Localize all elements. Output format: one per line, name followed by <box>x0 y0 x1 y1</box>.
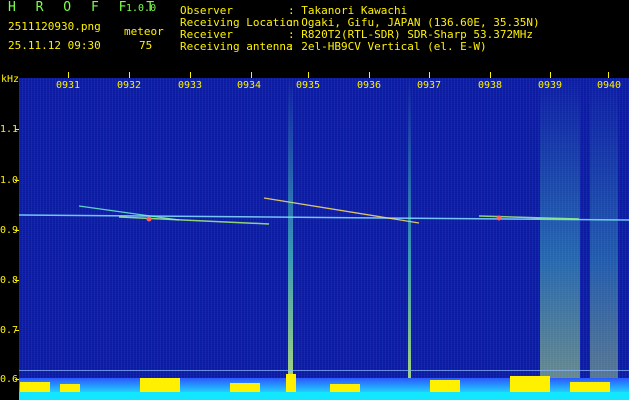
time-tick <box>129 72 130 78</box>
time-tick <box>429 72 430 78</box>
header-panel: H R O F F T 1.0.0 2511120930.png 25.11.1… <box>0 0 629 72</box>
noise-peak <box>510 376 550 392</box>
noise-peak <box>330 384 360 392</box>
meteor-echo-traces <box>19 197 629 225</box>
freq-tick <box>15 280 19 281</box>
time-label: 0940 <box>597 80 622 91</box>
filename-label: 2511120930.png <box>8 20 101 33</box>
meteor-streak <box>540 78 580 378</box>
spectrogram-area <box>19 78 629 400</box>
reference-line <box>19 370 629 371</box>
freq-tick <box>15 129 19 130</box>
meteor-label: meteor <box>124 25 164 38</box>
info-label-antenna: Receiving antenna <box>180 40 293 53</box>
freq-tick <box>15 379 19 380</box>
time-label: 0938 <box>478 80 503 91</box>
noise-peak <box>20 382 50 392</box>
time-tick <box>251 72 252 78</box>
time-tick <box>68 72 69 78</box>
time-label: 0934 <box>237 80 262 91</box>
frequency-unit-label: kHz <box>1 74 20 85</box>
noise-peak <box>286 374 296 392</box>
datetime-label: 25.11.12 09:30 <box>8 39 101 52</box>
app-version: 1.0.0 <box>126 3 157 14</box>
noise-peak <box>430 380 460 392</box>
freq-tick <box>15 180 19 181</box>
noise-peak <box>570 382 610 392</box>
meteor-streak <box>288 78 293 378</box>
time-tick <box>550 72 551 78</box>
noise-peak <box>230 383 260 392</box>
time-label: 0935 <box>296 80 321 91</box>
time-tick <box>190 72 191 78</box>
time-label: 0939 <box>538 80 563 91</box>
meteor-streak <box>408 78 411 378</box>
noise-peak <box>60 384 80 392</box>
info-value-antenna: : 2el-HB9CV Vertical (el. E-W) <box>288 40 487 53</box>
time-label: 0933 <box>178 80 203 91</box>
time-label: 0932 <box>117 80 142 91</box>
baseline-bar <box>19 392 629 400</box>
freq-tick <box>15 230 19 231</box>
time-tick <box>608 72 609 78</box>
meteor-streak <box>590 78 618 378</box>
time-tick <box>490 72 491 78</box>
time-label: 0937 <box>417 80 442 91</box>
noise-peak <box>140 378 180 392</box>
time-tick <box>308 72 309 78</box>
meteor-count: 75 <box>139 39 153 52</box>
time-tick <box>369 72 370 78</box>
freq-tick <box>15 330 19 331</box>
time-label: 0931 <box>56 80 81 91</box>
time-label: 0936 <box>357 80 382 91</box>
